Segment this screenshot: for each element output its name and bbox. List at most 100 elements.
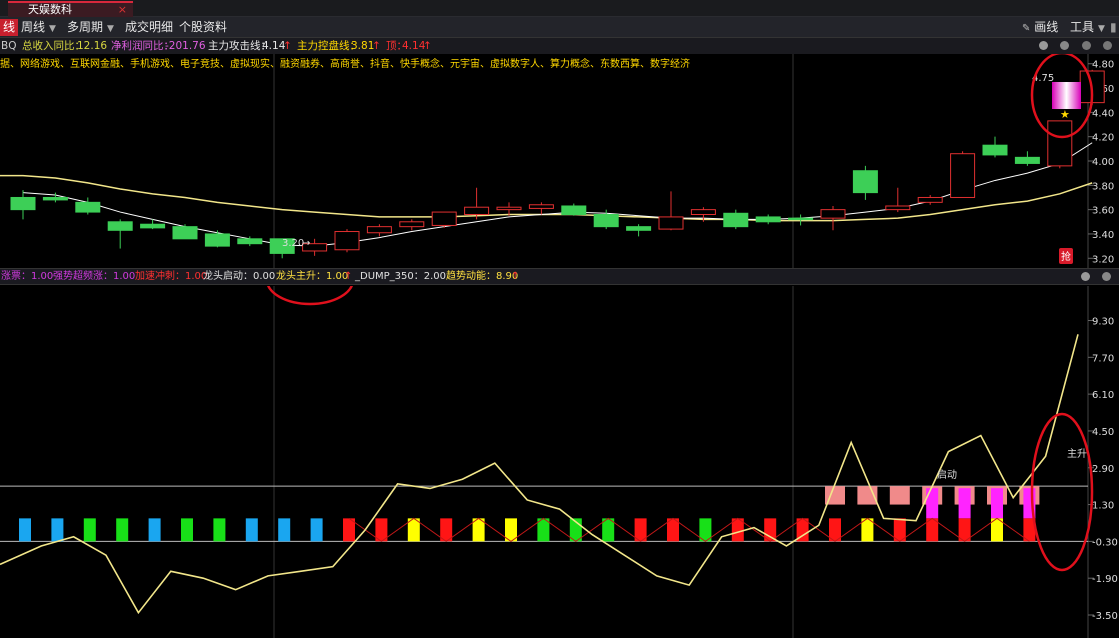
circle-icon[interactable] bbox=[1081, 272, 1090, 281]
period-button-day[interactable]: 线 bbox=[0, 19, 18, 36]
indicator-controls bbox=[1072, 272, 1112, 284]
candle-body bbox=[334, 231, 360, 251]
candle-body bbox=[755, 216, 781, 223]
candle-body bbox=[658, 216, 684, 230]
tab-bar: 天娱数科 × bbox=[0, 0, 1119, 17]
axis-tick-label: 2.90 bbox=[1092, 464, 1114, 475]
concept-tags: 据、网络游戏、互联网金融、手机游戏、电子竞技、虚拟现实、融资融券、高商誉、抖音、… bbox=[0, 59, 690, 70]
axis-tick-label: 3.20 bbox=[1092, 254, 1114, 265]
trade-detail-button[interactable]: 成交明细 bbox=[125, 19, 173, 36]
chart-controls bbox=[1030, 41, 1113, 53]
weekly-label: 周线 bbox=[21, 20, 46, 34]
candle-body bbox=[820, 209, 846, 219]
signal-bar bbox=[116, 518, 129, 542]
axis-tick-label: 7.70 bbox=[1092, 353, 1114, 364]
info-bar: BQ 总收入同比： 12.16 净利润同比： -201.76 主力攻击线： 4.… bbox=[0, 38, 1119, 54]
indicator-value: 龙头主升：1.00 bbox=[276, 271, 349, 282]
candle-body bbox=[431, 211, 457, 226]
candle-body bbox=[528, 204, 554, 209]
stamp-label: 抢 bbox=[1061, 250, 1071, 263]
candle-body bbox=[366, 226, 392, 234]
tools-label: 工具 bbox=[1070, 20, 1095, 34]
candle-body bbox=[626, 226, 652, 231]
axis-tick-label: 3.80 bbox=[1092, 181, 1114, 192]
axis-tick-label: 3.40 bbox=[1092, 230, 1114, 241]
highlight-ring bbox=[1030, 412, 1094, 572]
indicator-bar: 涨票：1.00 强势超频涨：1.00 加速冲刺：1.00 龙头启动：0.00 龙… bbox=[0, 268, 1119, 285]
profit-yoy-value: -201.76 bbox=[165, 40, 206, 52]
signal-bar bbox=[148, 518, 161, 542]
price-chart[interactable]: 4.804.604.404.204.003.803.603.403.20 3.2… bbox=[0, 54, 1119, 268]
period-button-week[interactable]: 周线 ▼ bbox=[21, 19, 56, 36]
star-icon: ★ bbox=[1060, 108, 1070, 121]
candle-body bbox=[42, 196, 68, 201]
tools-button[interactable]: 工具 ▼ bbox=[1070, 19, 1105, 36]
candle-body bbox=[464, 206, 490, 215]
multi-period-label: 多周期 bbox=[67, 20, 104, 34]
up-arrow-icon: ↑ bbox=[511, 271, 520, 282]
gear-icon[interactable] bbox=[1060, 41, 1070, 50]
axis-tick-label: 4.50 bbox=[1092, 427, 1114, 438]
indicator-highlight-ring bbox=[267, 286, 353, 306]
signal-bar bbox=[213, 518, 226, 542]
candle-body bbox=[982, 144, 1008, 156]
start-label: 启动 bbox=[937, 468, 957, 481]
candle-body bbox=[204, 233, 230, 247]
candle-body bbox=[496, 206, 522, 211]
axis-tick-label: -3.50 bbox=[1092, 611, 1118, 622]
close-icon[interactable]: × bbox=[118, 3, 127, 16]
highlight-candle bbox=[1052, 82, 1081, 109]
signal-bar bbox=[278, 518, 291, 542]
candle-body bbox=[852, 170, 878, 194]
main-rise-label: 主升 bbox=[1067, 448, 1087, 460]
gear-icon[interactable] bbox=[1102, 272, 1112, 281]
refresh-icon[interactable] bbox=[1081, 41, 1091, 50]
candle-body bbox=[75, 201, 101, 213]
candle-body bbox=[1047, 120, 1073, 167]
axis-tick-label: 4.00 bbox=[1092, 157, 1114, 168]
more-icon[interactable]: ▮ bbox=[1110, 19, 1117, 36]
axis-tick-label: -1.90 bbox=[1092, 574, 1118, 585]
signal-bar bbox=[19, 518, 31, 542]
axis-tick-label: 6.10 bbox=[1092, 390, 1114, 401]
control-line-value: 3.81 bbox=[351, 40, 375, 52]
candle-body bbox=[917, 196, 943, 203]
signal-bar-magenta bbox=[926, 488, 939, 519]
candle-body bbox=[172, 226, 198, 240]
candle-body bbox=[237, 238, 263, 245]
signal-bar-magenta bbox=[958, 488, 971, 519]
stock-info-button[interactable]: 个股资料 bbox=[179, 19, 227, 36]
tab-stock[interactable]: 天娱数科 × bbox=[8, 1, 133, 17]
multi-period-button[interactable]: 多周期 ▼ bbox=[67, 19, 114, 36]
indicator-value: 趋势动能：8.90 bbox=[446, 271, 519, 282]
revenue-yoy-value: 12.16 bbox=[77, 40, 108, 52]
candle-body bbox=[399, 221, 425, 228]
arrow-right-icon: → bbox=[302, 238, 310, 249]
signal-bar bbox=[51, 518, 64, 542]
candle-body bbox=[10, 196, 36, 211]
circle-icon[interactable] bbox=[1039, 41, 1048, 50]
candle-body bbox=[140, 223, 166, 229]
axis-tick-label: 9.30 bbox=[1092, 317, 1114, 328]
signal-bar-upper bbox=[889, 486, 910, 505]
draw-line-button[interactable]: ✎ 画线 bbox=[1022, 19, 1058, 36]
up-arrow-icon: ↑ bbox=[372, 40, 381, 52]
indicator-value: 龙头启动：0.00 bbox=[203, 271, 276, 282]
indicator-chart[interactable]: 9.307.706.104.502.901.30-0.30-1.90-3.50 … bbox=[0, 286, 1119, 638]
axis-tick-label: 4.40 bbox=[1092, 108, 1114, 119]
signal-bar bbox=[83, 518, 96, 542]
pen-icon: ✎ bbox=[1022, 23, 1031, 34]
indicator-value: 强势超频涨：1.00 bbox=[53, 271, 136, 282]
candle-body bbox=[885, 205, 911, 211]
axis-tick-label: 3.60 bbox=[1092, 206, 1114, 217]
signal-bar bbox=[310, 518, 323, 542]
toolbar: 线 周线 ▼ 多周期 ▼ 成交明细 个股资料 ✎ 画线 工具 ▼ ▮ bbox=[0, 17, 1119, 38]
revenue-yoy-label: 总收入同比： bbox=[22, 40, 85, 52]
candle-body bbox=[690, 209, 716, 216]
signal-bar bbox=[245, 518, 258, 542]
close-icon[interactable] bbox=[1103, 41, 1113, 50]
candle-body bbox=[950, 153, 976, 198]
candle-body bbox=[561, 205, 587, 215]
tab-title: 天娱数科 bbox=[28, 3, 72, 16]
chevron-down-icon: ▼ bbox=[49, 24, 56, 34]
